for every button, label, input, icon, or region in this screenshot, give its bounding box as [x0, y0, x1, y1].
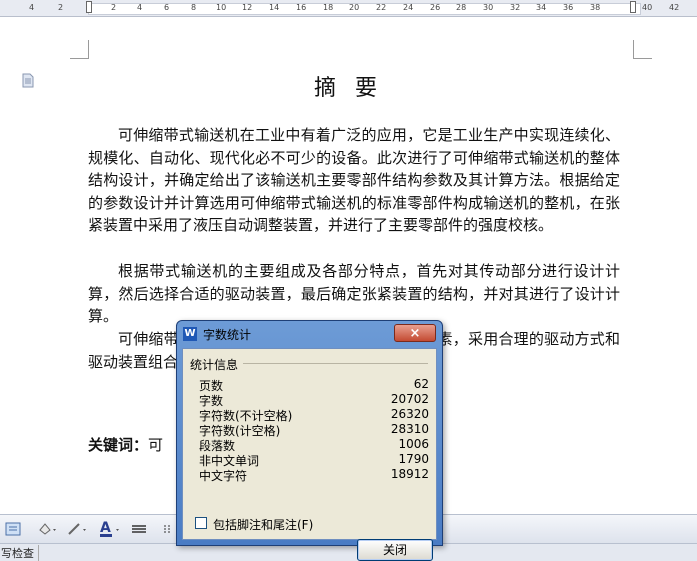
ruler-tick: 32	[510, 3, 521, 12]
paragraph-1: 可伸缩带式输送机在工业中有着广泛的应用，它是工业生产中实现连续化、规模化、自动化…	[88, 126, 620, 234]
stat-value: 1006	[398, 437, 429, 451]
keywords-label: 关键词：	[88, 436, 149, 454]
stat-row-paragraphs: 段落数 1006	[199, 437, 429, 453]
ruler-tick: 4	[137, 3, 143, 12]
close-icon[interactable]: ×	[394, 324, 436, 342]
fill-color-icon[interactable]	[36, 520, 58, 538]
ruler-tick: 18	[323, 3, 334, 12]
dialog-title: 字数统计	[203, 328, 252, 342]
ruler-tick: 6	[164, 3, 170, 12]
stat-value: 28310	[390, 422, 429, 436]
group-divider	[243, 363, 428, 364]
word-count-dialog: W 字数统计 × 统计信息 页数 62 字数 20702 字符数(不计空格) 2…	[176, 320, 443, 561]
ruler-tick: 16	[296, 3, 307, 12]
include-footnotes-label[interactable]: 包括脚注和尾注(F)	[213, 516, 313, 533]
ruler-tick: 38	[590, 3, 601, 12]
left-indent-marker[interactable]	[86, 1, 92, 13]
stat-row-chars-with-spaces: 字符数(计空格) 28310	[199, 422, 429, 438]
ruler-tick: 42	[669, 3, 680, 12]
stat-row-non-chinese-words: 非中文单词 1790	[199, 452, 429, 468]
ruler-tick: 26	[430, 3, 441, 12]
keywords-line: 关键词：可	[88, 434, 163, 455]
ruler-tick: 2	[58, 3, 64, 12]
line-color-icon[interactable]	[66, 520, 88, 538]
group-label: 统计信息	[190, 358, 239, 372]
stat-row-chinese-chars: 中文字符 18912	[199, 467, 429, 483]
wps-logo-icon: W	[183, 327, 197, 341]
svg-text:A: A	[100, 520, 111, 536]
spell-check-status[interactable]: 写检查	[0, 545, 39, 561]
horizontal-ruler[interactable]: 4 2 2 4 6 8 10 12 14 16 18 20 22 24 26 2…	[0, 0, 697, 17]
ruler-tick: 22	[376, 3, 387, 12]
ruler-tick: 30	[483, 3, 494, 12]
keywords-text: 可	[148, 436, 164, 454]
ruler-tick: 2	[111, 3, 117, 12]
stat-label: 中文字符	[199, 469, 248, 483]
draw-table-icon[interactable]	[4, 520, 22, 538]
ruler-tick: 8	[191, 3, 197, 12]
ruler-tick: 28	[456, 3, 467, 12]
stat-value: 26320	[390, 407, 429, 421]
dash-style-icon[interactable]	[162, 520, 174, 538]
close-button[interactable]: 关闭	[357, 539, 433, 561]
font-color-icon[interactable]: A	[98, 520, 122, 538]
ruler-tick: 10	[216, 3, 227, 12]
ruler-tick: 24	[403, 3, 414, 12]
margin-corner-top-left	[70, 40, 89, 59]
page-title: 摘 要	[314, 76, 383, 101]
right-indent-marker[interactable]	[630, 1, 636, 13]
ruler-tick: 12	[242, 3, 253, 12]
ruler-tick: 34	[536, 3, 547, 12]
stat-value: 62	[413, 377, 429, 391]
ruler-tick: 20	[349, 3, 360, 12]
include-footnotes-checkbox[interactable]	[195, 517, 207, 529]
ruler-track	[88, 3, 641, 15]
ruler-tick: 36	[563, 3, 574, 12]
stat-value: 20702	[390, 392, 429, 406]
line-style-icon[interactable]	[130, 520, 148, 538]
stat-value: 18912	[390, 467, 429, 481]
stat-row-chars-no-spaces: 字符数(不计空格) 26320	[199, 407, 429, 423]
stat-row-words: 字数 20702	[199, 392, 429, 408]
ruler-tick: 4	[29, 3, 35, 12]
ruler-tick: 40	[642, 3, 653, 12]
dialog-body: 统计信息 页数 62 字数 20702 字符数(不计空格) 26320 字符数(…	[182, 348, 437, 561]
margin-corner-top-right	[633, 40, 652, 59]
paragraph-2: 根据带式输送机的主要组成及各部分特点，首先对其传动部分进行设计计算，然后选择合适…	[88, 262, 620, 325]
ruler-tick: 14	[269, 3, 280, 12]
stat-value: 1790	[398, 452, 429, 466]
stat-row-pages: 页数 62	[199, 377, 429, 393]
